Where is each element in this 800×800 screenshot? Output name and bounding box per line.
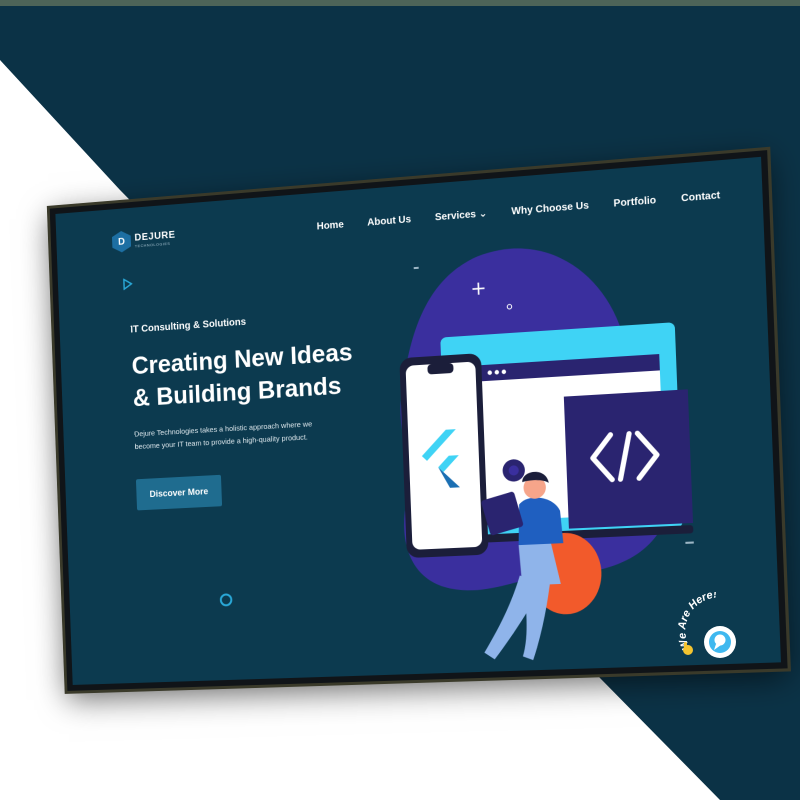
circle-decoration-icon — [219, 593, 233, 607]
hero-description: Dejure Technologies takes a holistic app… — [134, 419, 313, 451]
play-triangle-icon — [123, 278, 133, 290]
nav-item-home[interactable]: Home — [316, 219, 343, 232]
discover-more-button[interactable]: Discover More — [135, 474, 223, 510]
nav-menu: Home About Us Services ⌄ Why Choose Us P… — [316, 190, 720, 232]
logo-hexagon-icon: D — [112, 230, 131, 253]
hero-headline: Creating New Ideas & Building Brands — [131, 335, 373, 415]
nav-item-about-us[interactable]: About Us — [367, 214, 411, 228]
nav-item-services[interactable]: Services ⌄ — [435, 208, 488, 223]
hero-text: IT Consulting & Solutions Creating New I… — [130, 308, 377, 510]
code-brackets-icon — [563, 389, 698, 529]
hero-illustration — [393, 237, 698, 661]
chat-widget[interactable]: We Are Here! — [676, 592, 756, 672]
logo-text: DEJURE TECHNOLOGIES — [134, 229, 175, 248]
nav-item-portfolio[interactable]: Portfolio — [613, 195, 656, 210]
chat-bubble-icon — [704, 626, 736, 658]
dash-decoration — [413, 266, 419, 269]
nav-item-why-choose-us[interactable]: Why Choose Us — [511, 200, 589, 217]
phone-icon — [399, 353, 489, 559]
hero-eyebrow: IT Consulting & Solutions — [130, 316, 247, 336]
stage: D DEJURE TECHNOLOGIES Home About Us Serv… — [0, 0, 800, 800]
logo[interactable]: D DEJURE TECHNOLOGIES — [112, 227, 176, 253]
nav-item-contact[interactable]: Contact — [681, 190, 720, 204]
dash-decoration-small — [685, 541, 694, 544]
